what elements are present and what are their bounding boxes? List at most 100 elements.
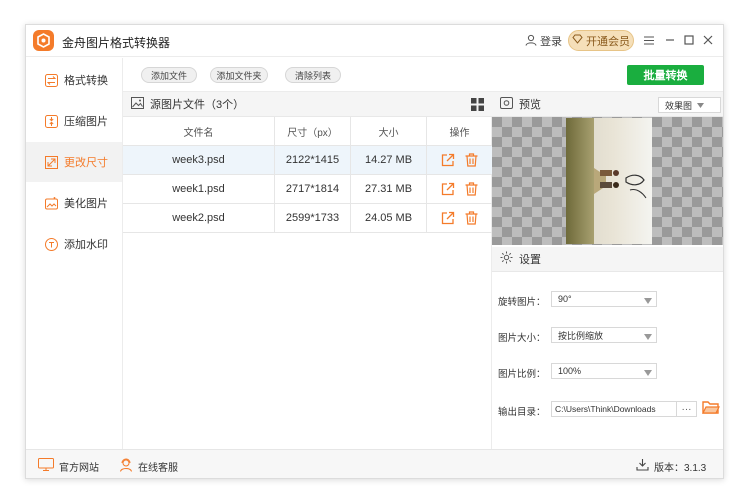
- settings-title: 设置: [519, 254, 541, 266]
- resize-icon: [44, 155, 58, 169]
- beautify-icon: [44, 196, 58, 210]
- preview-mode-select[interactable]: 效果图: [658, 97, 721, 113]
- preview-image: [566, 118, 652, 244]
- preview-header: 预览 效果图: [492, 92, 723, 117]
- add-folder-button[interactable]: 添加文件夹: [210, 67, 268, 83]
- table-header-row: 文件名 尺寸（px） 大小 操作: [123, 117, 492, 146]
- add-file-button[interactable]: 添加文件: [141, 67, 197, 83]
- column-header-actions: 操作: [449, 127, 470, 139]
- login-label: 登录: [540, 36, 562, 48]
- rotate-select[interactable]: 90°: [551, 291, 657, 307]
- file-name: week1.psd: [123, 175, 275, 203]
- chevron-down-icon: [644, 368, 652, 378]
- convert-icon: [44, 73, 58, 87]
- version-label: 版本：3.1.3: [654, 462, 707, 474]
- file-panel-header: 源图片文件（3个）: [123, 92, 492, 117]
- minimize-icon[interactable]: [663, 33, 677, 47]
- user-icon: [525, 34, 537, 49]
- file-dimensions: 2717*1814: [275, 175, 351, 203]
- gear-icon: [500, 251, 513, 267]
- delete-icon[interactable]: [465, 211, 478, 225]
- delete-icon[interactable]: [465, 182, 478, 196]
- close-icon[interactable]: [701, 33, 715, 47]
- file-name: week2.psd: [123, 204, 275, 232]
- toolbar: 添加文件 添加文件夹 清除列表 批量转换: [123, 58, 723, 92]
- file-dimensions: 2122*1415: [275, 146, 351, 174]
- open-external-icon[interactable]: [441, 182, 455, 196]
- ratio-value: 100%: [558, 366, 582, 376]
- service-label: 在线客服: [138, 463, 178, 474]
- chevron-down-icon: [697, 100, 705, 110]
- file-panel: 源图片文件（3个） 文件名 尺寸（px） 大小 操作 week3.psd 212…: [123, 92, 492, 449]
- sidebar-item-label: 添加水印: [64, 239, 108, 251]
- compress-icon: [44, 114, 58, 128]
- watermark-icon: [44, 237, 58, 251]
- preview-canvas: [492, 117, 723, 245]
- column-header-dimensions: 尺寸（px）: [275, 117, 351, 145]
- sidebar-item-label: 更改尺寸: [64, 157, 108, 169]
- file-size: 27.31 MB: [351, 175, 427, 203]
- folder-icon[interactable]: [702, 399, 720, 418]
- maximize-icon[interactable]: [682, 33, 696, 47]
- preview-title: 预览: [519, 99, 541, 111]
- sidebar-item-watermark[interactable]: 添加水印: [26, 224, 122, 264]
- version-info: 版本：3.1.3: [636, 458, 706, 474]
- file-name: week3.psd: [123, 146, 275, 174]
- vip-label: 开通会员: [586, 35, 630, 48]
- official-website-link[interactable]: 官方网站: [38, 458, 99, 474]
- output-path-field[interactable]: C:\Users\Think\Downloads: [551, 401, 677, 417]
- column-header-size: 大小: [351, 117, 427, 145]
- sidebar-item-label: 美化图片: [64, 198, 108, 210]
- settings-header: 设置: [492, 247, 723, 272]
- sidebar-item-compress[interactable]: 压缩图片: [26, 101, 122, 141]
- file-count-title: 源图片文件（3个）: [150, 99, 245, 111]
- ratio-select[interactable]: 100%: [551, 363, 657, 379]
- title-bar: 金舟图片格式转换器 登录 开通会员: [26, 25, 723, 57]
- size-value: 按比例缩放: [558, 330, 604, 341]
- footer: 官方网站 在线客服 版本：3.1.3: [26, 449, 723, 478]
- sidebar-item-label: 压缩图片: [64, 116, 108, 128]
- vip-button[interactable]: 开通会员: [568, 30, 634, 51]
- ratio-label: 图片比例：: [498, 369, 546, 380]
- support-agent-icon: [119, 458, 133, 475]
- sidebar: 格式转换 压缩图片 更改尺寸 美化图片 添加水印: [26, 58, 123, 449]
- table-row[interactable]: week2.psd 2599*1733 24.05 MB: [123, 204, 492, 233]
- rotate-label: 旋转图片：: [498, 297, 546, 308]
- sidebar-item-format-convert[interactable]: 格式转换: [26, 60, 122, 100]
- delete-icon[interactable]: [465, 153, 478, 167]
- app-window: 金舟图片格式转换器 登录 开通会员 格式转换 压缩图片 更改尺寸 美化图片 添加…: [25, 24, 724, 479]
- sidebar-item-resize[interactable]: 更改尺寸: [26, 142, 122, 182]
- diamond-icon: [572, 34, 583, 47]
- preview-mode-value: 效果图: [665, 100, 693, 111]
- login-button[interactable]: 登录: [525, 33, 562, 49]
- browse-more-button[interactable]: ···: [677, 401, 697, 417]
- chevron-down-icon: [644, 332, 652, 342]
- batch-convert-button[interactable]: 批量转换: [627, 65, 704, 85]
- row-actions: [427, 175, 492, 203]
- image-icon: [131, 96, 144, 112]
- online-service-link[interactable]: 在线客服: [119, 458, 178, 475]
- clear-list-button[interactable]: 清除列表: [285, 67, 341, 83]
- eye-icon: [500, 96, 513, 112]
- size-label: 图片大小：: [498, 333, 546, 344]
- download-icon: [636, 458, 649, 474]
- table-row[interactable]: week3.psd 2122*1415 14.27 MB: [123, 146, 492, 175]
- app-logo-icon: [33, 30, 54, 51]
- rotate-value: 90°: [558, 294, 572, 304]
- menu-icon[interactable]: [642, 33, 656, 47]
- sidebar-item-label: 格式转换: [64, 75, 108, 87]
- row-actions: [427, 146, 492, 174]
- output-label: 输出目录：: [498, 407, 546, 418]
- app-title: 金舟图片格式转换器: [62, 36, 171, 50]
- table-row[interactable]: week1.psd 2717*1814 27.31 MB: [123, 175, 492, 204]
- sidebar-item-beautify[interactable]: 美化图片: [26, 183, 122, 223]
- file-size: 24.05 MB: [351, 204, 427, 232]
- chevron-down-icon: [644, 296, 652, 306]
- size-select[interactable]: 按比例缩放: [551, 327, 657, 343]
- website-label: 官方网站: [59, 462, 99, 474]
- open-external-icon[interactable]: [441, 211, 455, 225]
- file-table: 文件名 尺寸（px） 大小 操作 week3.psd 2122*1415 14.…: [123, 117, 492, 233]
- open-external-icon[interactable]: [441, 153, 455, 167]
- grid-view-icon[interactable]: [471, 98, 484, 114]
- row-actions: [427, 204, 492, 232]
